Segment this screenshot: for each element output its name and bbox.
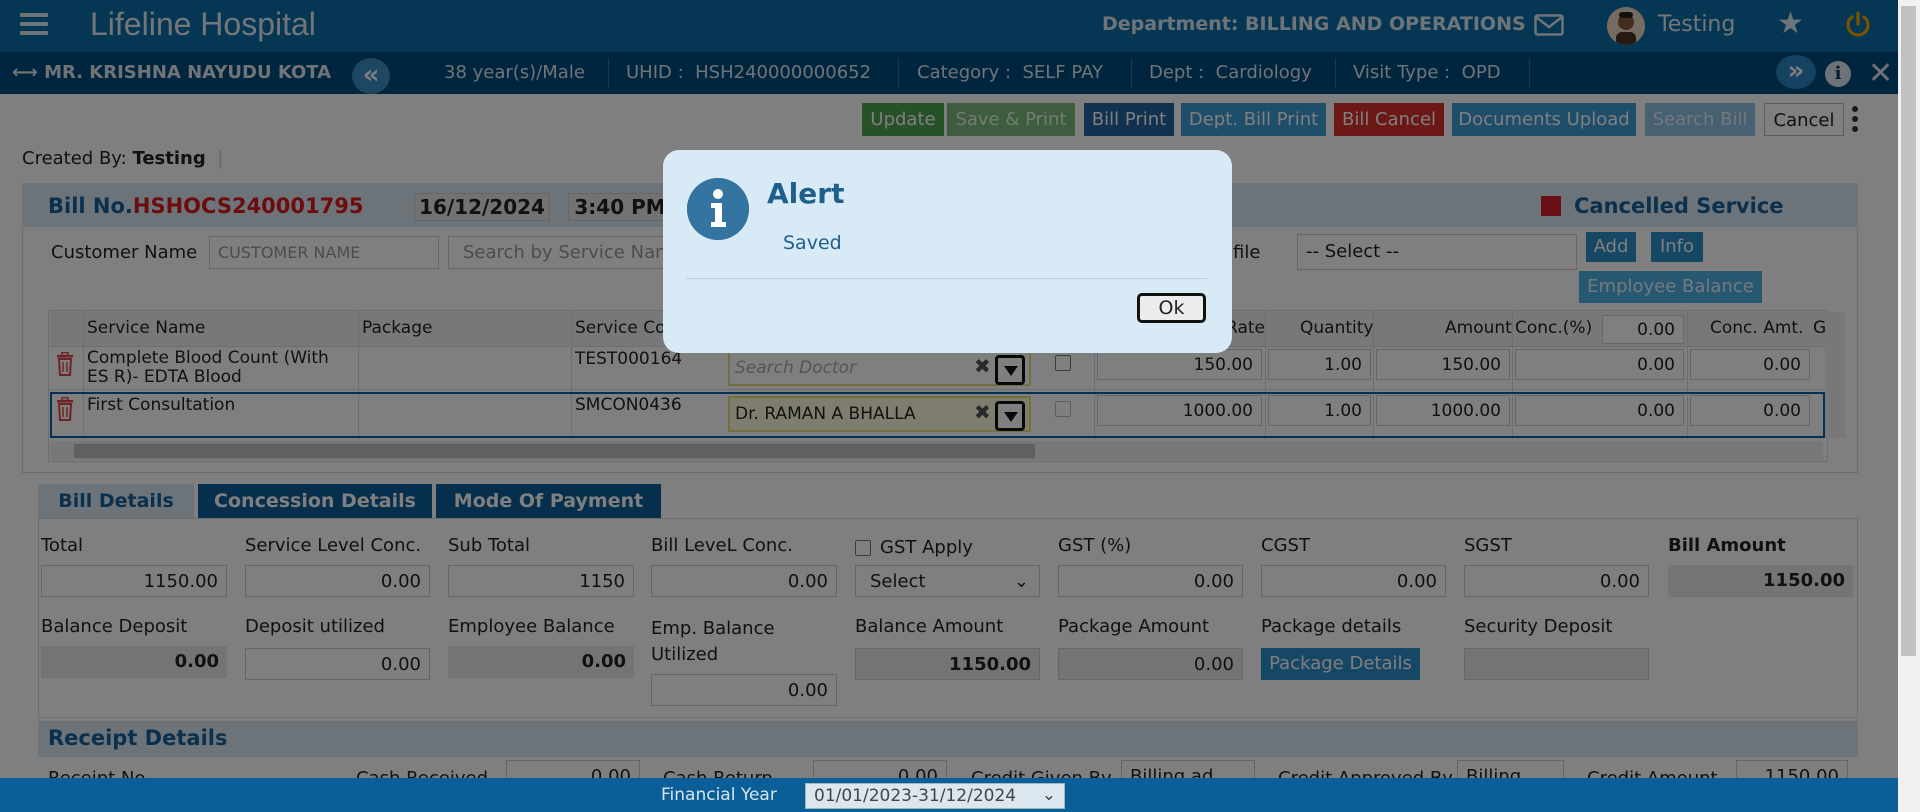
- modal-backdrop: [0, 0, 1898, 778]
- info-icon: [687, 178, 749, 240]
- alert-message: Saved: [783, 232, 842, 254]
- ok-button[interactable]: Ok: [1137, 293, 1206, 323]
- chevron-down-icon: ⌄: [1041, 785, 1056, 805]
- financial-year-select[interactable]: 01/01/2023-31/12/2024 ⌄: [805, 783, 1065, 809]
- divider: [686, 278, 1207, 279]
- alert-title: Alert: [767, 177, 845, 210]
- page-scrollbar-thumb[interactable]: [1901, 6, 1916, 656]
- financial-year-label: Financial Year: [661, 785, 777, 805]
